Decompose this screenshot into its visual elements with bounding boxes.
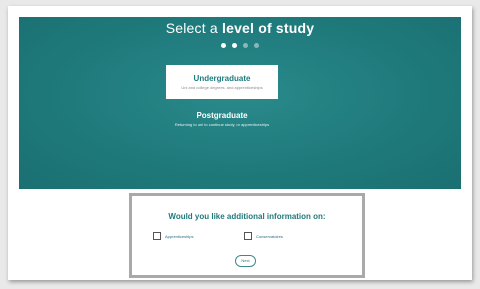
- step-dot-3[interactable]: [243, 43, 248, 48]
- additional-info-title: Would you like additional information on…: [168, 212, 326, 221]
- option-undergraduate[interactable]: Undergraduate Uni and college degrees, a…: [166, 65, 278, 99]
- apprenticeships-label: Apprenticeships: [165, 233, 194, 239]
- additional-info-panel: Would you like additional information on…: [129, 193, 365, 278]
- step-dot-1[interactable]: [221, 43, 226, 48]
- conservatoires-option[interactable]: Conservatoires: [244, 232, 283, 240]
- page-title-prefix: Select a: [165, 20, 222, 36]
- option-postgraduate-title: Postgraduate: [196, 111, 248, 120]
- step-dot-2[interactable]: [232, 43, 237, 48]
- conservatoires-checkbox[interactable]: [244, 232, 252, 240]
- apprenticeships-option[interactable]: Apprenticeships: [153, 232, 193, 240]
- next-button[interactable]: Next: [235, 255, 256, 267]
- option-postgraduate[interactable]: Postgraduate Returning to uni to continu…: [166, 109, 278, 139]
- step-indicator: [19, 43, 461, 48]
- page-title-bold: level of study: [222, 20, 315, 36]
- option-undergraduate-title: Undergraduate: [193, 74, 251, 83]
- conservatoires-label: Conservatoires: [256, 233, 283, 239]
- step-dot-4[interactable]: [254, 43, 259, 48]
- apprenticeships-checkbox[interactable]: [153, 232, 161, 240]
- option-postgraduate-subtitle: Returning to uni to continue study, or a…: [174, 122, 270, 127]
- option-undergraduate-subtitle: Uni and college degrees, and apprentices…: [181, 85, 263, 90]
- page-title: Select a level of study: [19, 20, 461, 36]
- hero-banner: Select a level of study Undergraduate Un…: [19, 17, 461, 189]
